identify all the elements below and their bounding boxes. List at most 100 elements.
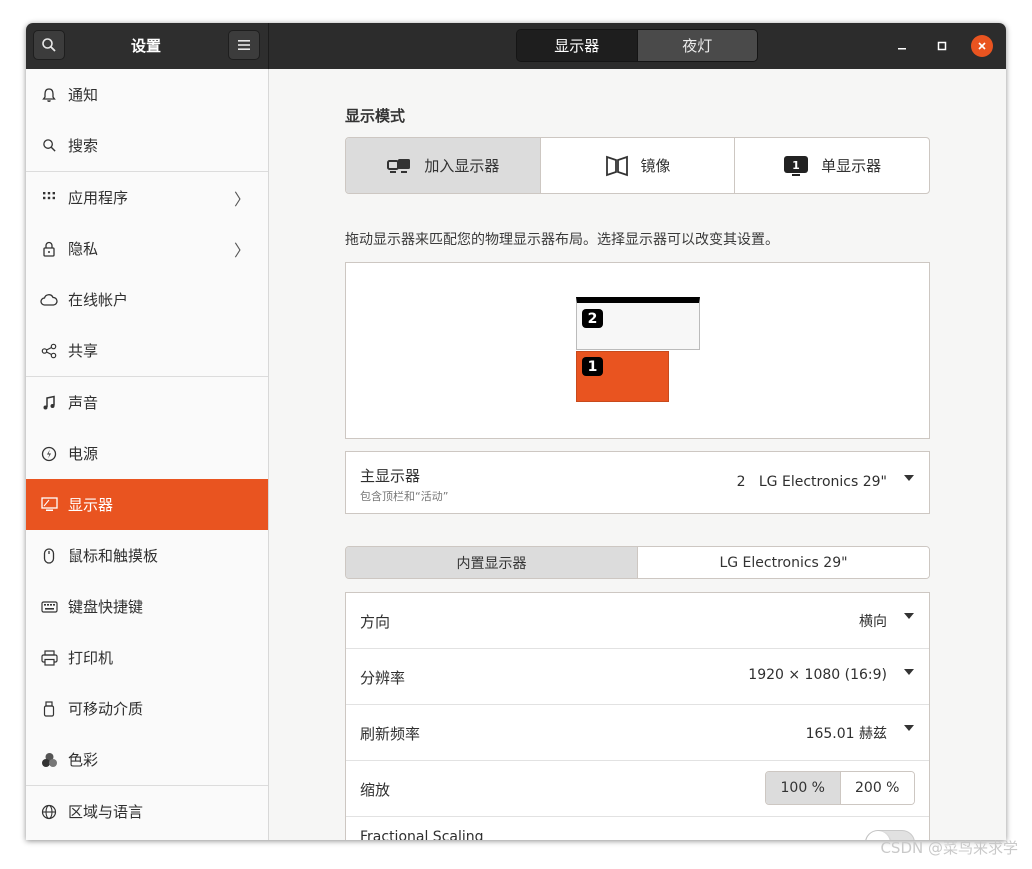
monitor-number-badge: 2 xyxy=(582,309,603,328)
power-icon xyxy=(40,445,58,463)
orientation-value: 横向 xyxy=(859,614,887,630)
sidebar-item-label: 打印机 xyxy=(68,649,114,667)
sidebar-item-label: 搜索 xyxy=(68,137,99,155)
fractional-scaling-row: Fractional Scaling xyxy=(346,817,929,840)
sidebar-item-label: 区域与语言 xyxy=(68,803,144,821)
bell-icon xyxy=(40,86,58,104)
display-mode-selector: 加入显示器 镜像 1 单显示器 xyxy=(345,137,930,194)
scale-label: 缩放 xyxy=(360,781,391,799)
monitor-number-badge: 1 xyxy=(582,357,603,376)
sidebar-item-removable-media[interactable]: 可移动介质 xyxy=(26,683,268,734)
sidebar-item-displays[interactable]: 显示器 xyxy=(26,479,268,530)
globe-icon xyxy=(40,803,58,821)
monitor-tabs: 内置显示器 LG Electronics 29" xyxy=(345,546,930,579)
monitor-2-tile[interactable]: 2 xyxy=(576,297,700,350)
search-button[interactable] xyxy=(33,30,65,60)
dropdown-arrow-icon xyxy=(904,725,914,731)
sidebar-item-label: 色彩 xyxy=(68,751,99,769)
tab-lg-display[interactable]: LG Electronics 29" xyxy=(638,547,929,578)
mode-label: 加入显示器 xyxy=(424,157,500,175)
display-icon xyxy=(40,496,58,514)
sidebar-item-label: 鼠标和触摸板 xyxy=(68,547,159,565)
maximize-button[interactable] xyxy=(931,35,953,57)
sidebar-item-sharing[interactable]: 共享 xyxy=(26,325,268,376)
mode-single-display-button[interactable]: 1 单显示器 xyxy=(735,138,929,193)
sidebar-item-label: 声音 xyxy=(68,394,99,412)
header-bar-left: 设置 xyxy=(26,23,269,69)
mouse-icon xyxy=(40,547,58,565)
sidebar-item-color[interactable]: 色彩 xyxy=(26,734,268,785)
cloud-icon xyxy=(40,291,58,309)
sidebar-item-region-language[interactable]: 区域与语言 xyxy=(26,785,268,837)
view-switcher: 显示器 夜灯 xyxy=(516,29,758,62)
scale-100-button[interactable]: 100 % xyxy=(766,772,841,804)
display-mode-title: 显示模式 xyxy=(345,107,406,125)
scale-row: 缩放 100 % 200 % xyxy=(346,761,929,817)
resolution-label: 分辨率 xyxy=(360,669,406,687)
search-icon xyxy=(42,38,56,52)
primary-display-row[interactable]: 主显示器 包含顶栏和“活动” 2 LG Electronics 29" xyxy=(345,451,930,514)
monitor-1-tile[interactable]: 1 xyxy=(576,351,669,402)
primary-display-value: 2 LG Electronics 29" xyxy=(736,474,887,490)
sidebar-item-label: 通知 xyxy=(68,86,99,104)
dropdown-arrow-icon xyxy=(904,613,914,619)
single-display-icon: 1 xyxy=(784,155,809,176)
svg-text:1: 1 xyxy=(792,159,800,172)
hamburger-icon xyxy=(238,40,250,50)
scale-200-button[interactable]: 200 % xyxy=(840,772,914,804)
primary-display-title: 主显示器 xyxy=(360,467,421,485)
sidebar-item-sound[interactable]: 声音 xyxy=(26,376,268,428)
sidebar-item-label: 在线帐户 xyxy=(68,291,129,309)
settings-window: 设置 显示器 夜灯 通知 搜索 应用程序 〉 隐私 〉 在线帐户 共享 声音 电… xyxy=(26,23,1006,840)
mode-label: 单显示器 xyxy=(821,157,882,175)
primary-display-subtitle: 包含顶栏和“活动” xyxy=(360,490,449,503)
sidebar-item-notifications[interactable]: 通知 xyxy=(26,69,268,120)
chevron-right-icon: 〉 xyxy=(233,189,250,209)
minimize-icon xyxy=(898,48,906,50)
usb-drive-icon xyxy=(40,700,58,718)
close-button[interactable] xyxy=(971,35,993,57)
sidebar-item-label: 共享 xyxy=(68,342,99,360)
tab-displays[interactable]: 显示器 xyxy=(517,30,638,61)
keyboard-icon xyxy=(40,598,58,616)
sidebar-item-label: 电源 xyxy=(68,445,99,463)
orientation-row[interactable]: 方向 横向 xyxy=(346,593,929,649)
mode-mirror-button[interactable]: 镜像 xyxy=(541,138,736,193)
sidebar-item-label: 隐私 xyxy=(68,240,99,258)
scale-selector: 100 % 200 % xyxy=(765,771,915,805)
close-icon xyxy=(978,42,986,50)
menu-button[interactable] xyxy=(228,30,260,60)
sidebar: 通知 搜索 应用程序 〉 隐私 〉 在线帐户 共享 声音 电源 显示器 鼠标和触… xyxy=(26,69,269,840)
tab-night-light[interactable]: 夜灯 xyxy=(637,30,757,61)
join-displays-icon xyxy=(387,158,411,173)
mode-label: 镜像 xyxy=(640,157,671,175)
sidebar-item-printers[interactable]: 打印机 xyxy=(26,632,268,683)
printer-icon xyxy=(40,649,58,667)
refresh-rate-row[interactable]: 刷新频率 165.01 赫兹 xyxy=(346,705,929,761)
sidebar-item-online-accounts[interactable]: 在线帐户 xyxy=(26,274,268,325)
fractional-scaling-label: Fractional Scaling xyxy=(360,829,484,840)
sidebar-item-mouse-touchpad[interactable]: 鼠标和触摸板 xyxy=(26,530,268,581)
search-icon xyxy=(40,137,58,155)
sidebar-item-keyboard-shortcuts[interactable]: 键盘快捷键 xyxy=(26,581,268,632)
sidebar-item-label: 可移动介质 xyxy=(68,700,144,718)
monitor-settings-list: 方向 横向 分辨率 1920 × 1080 (16:9) 刷新频率 165.01… xyxy=(345,592,930,840)
sidebar-item-privacy[interactable]: 隐私 〉 xyxy=(26,223,268,274)
lock-icon xyxy=(40,240,58,258)
monitor-arrangement-area: 2 1 xyxy=(345,262,930,439)
mirror-icon xyxy=(605,155,628,176)
watermark: CSDN @菜鸟来求学 xyxy=(880,839,1018,857)
displays-panel: 显示模式 加入显示器 镜像 1 单显示器 拖动显示器来匹配您的物理显示器布局。选… xyxy=(269,69,1006,840)
sidebar-item-power[interactable]: 电源 xyxy=(26,428,268,479)
dropdown-arrow-icon xyxy=(904,669,914,675)
minimize-button[interactable] xyxy=(891,35,913,57)
music-note-icon xyxy=(40,394,58,412)
refresh-rate-value: 165.01 赫兹 xyxy=(805,726,887,742)
sidebar-item-applications[interactable]: 应用程序 〉 xyxy=(26,171,268,223)
sidebar-item-search[interactable]: 搜索 xyxy=(26,120,268,171)
color-icon xyxy=(40,751,58,769)
tab-builtin-display[interactable]: 内置显示器 xyxy=(346,547,638,578)
mode-join-displays-button[interactable]: 加入显示器 xyxy=(346,138,541,193)
orientation-label: 方向 xyxy=(360,613,391,631)
resolution-row[interactable]: 分辨率 1920 × 1080 (16:9) xyxy=(346,649,929,705)
